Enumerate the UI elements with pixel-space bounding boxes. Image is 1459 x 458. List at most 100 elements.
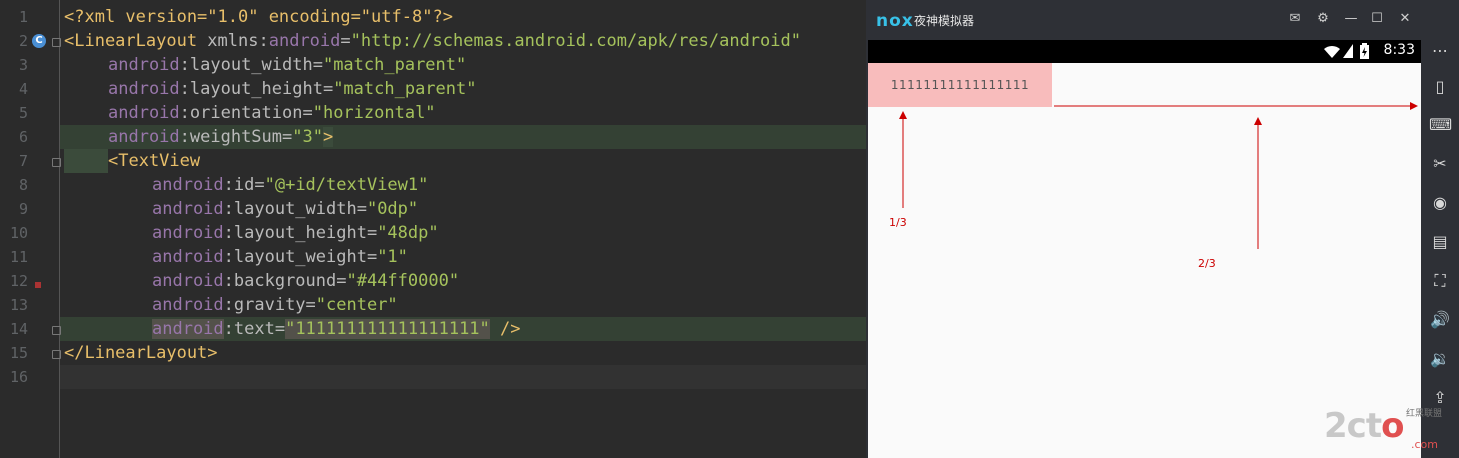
annotation-arrows (899, 102, 1418, 249)
more-icon[interactable]: ⋯ (1429, 40, 1451, 62)
code-line-3: android:layout_width="match_parent" (64, 53, 866, 77)
nox-emulator-window: nox 夜神模拟器 ✉ ⚙ — ☐ ✕ 8:33 111111111111111… (866, 0, 1459, 458)
namespace-prefix: android (152, 319, 224, 339)
code-line-9: android:layout_width="0dp" (64, 197, 866, 221)
code-line-11: android:layout_weight="1" (64, 245, 866, 269)
line-number: 12 (9, 272, 28, 290)
namespace-prefix: android (152, 271, 224, 291)
namespace-prefix: android (152, 199, 224, 219)
code-line-content: android:layout_height="match_parent" (108, 77, 476, 101)
watermark: 2cto (1324, 406, 1404, 446)
attribute-value: "center" (315, 295, 398, 315)
fold-toggle-icon[interactable] (52, 38, 61, 47)
namespace-prefix: android (268, 31, 341, 51)
code-line-content: android:layout_width="0dp" (152, 197, 418, 221)
attribute-value: "0dp" (366, 199, 419, 219)
code-line-13: android:gravity="center" (64, 293, 866, 317)
code-line-content: android:layout_width="match_parent" (108, 53, 466, 77)
line-number: 11 (9, 248, 28, 266)
attribute-value: "#44ff0000" (346, 271, 460, 291)
line-number: 2 (18, 32, 28, 50)
code-line-15: </LinearLayout> (64, 341, 866, 365)
attribute-value: "match_parent" (322, 55, 467, 75)
tag-close: > (322, 127, 334, 147)
label-one-third: 1/3 (889, 216, 907, 229)
battery-icon (1360, 43, 1369, 59)
attribute-name: :layout_weight= (223, 247, 378, 267)
gutter-divider (59, 0, 60, 458)
namespace-prefix: android (108, 79, 180, 99)
keyboard-icon[interactable]: ⌨ (1429, 114, 1452, 136)
code-line-content: <LinearLayout xmlns:android="http://sche… (64, 29, 801, 53)
fold-toggle-icon[interactable] (52, 326, 61, 335)
label-two-thirds: 2/3 (1198, 257, 1216, 270)
line-number: 9 (18, 200, 28, 218)
code-line-content: android:background="#44ff0000" (152, 269, 459, 293)
line-number: 10 (9, 224, 28, 242)
fullscreen-icon[interactable]: ⛶ (1429, 270, 1451, 292)
attribute-value: "horizontal" (312, 103, 436, 123)
code-line-16[interactable] (64, 365, 866, 389)
emulator-title-bar[interactable]: nox 夜神模拟器 ✉ ⚙ — ☐ ✕ (866, 0, 1426, 40)
window-title: 夜神模拟器 (914, 14, 975, 28)
colon: : (258, 31, 269, 51)
fold-toggle-icon[interactable] (52, 350, 61, 359)
code-line-4: android:layout_height="match_parent" (64, 77, 866, 101)
minimize-icon[interactable]: — (1342, 10, 1360, 28)
namespace-prefix: android (152, 247, 224, 267)
code-line-content: android:text="111111111111111111" /> (152, 317, 521, 341)
namespace-prefix: android (108, 55, 180, 75)
code-line-12: android:background="#44ff0000" (64, 269, 866, 293)
code-editor[interactable]: 1 2 3 4 5 6 7 8 9 10 11 12 13 14 15 16 C… (0, 0, 866, 458)
line-number: 1 (18, 8, 28, 26)
watermark-main-o: o (1381, 406, 1404, 446)
attribute-name: :layout_height= (179, 79, 334, 99)
code-line-2: <LinearLayout xmlns:android="http://sche… (64, 29, 866, 53)
code-line-7: <TextView (64, 149, 866, 173)
code-line-content: android:layout_height="48dp" (152, 221, 439, 245)
volume-down-icon[interactable]: 🔉 (1429, 348, 1451, 370)
nox-logo: nox (876, 11, 914, 31)
multi-window-icon[interactable]: ▤ (1429, 231, 1451, 253)
attribute-name: :id= (223, 175, 265, 195)
settings-icon[interactable]: ⚙ (1314, 10, 1332, 28)
tag-close: </LinearLayout> (64, 343, 218, 363)
color-preview-icon (35, 282, 41, 288)
attribute-name: :layout_height= (223, 223, 378, 243)
equals: = (340, 31, 351, 51)
watermark-main-t: t (1365, 406, 1382, 446)
android-status-bar: 8:33 (868, 40, 1421, 63)
mail-icon[interactable]: ✉ (1286, 10, 1304, 28)
watermark-url: .com (1411, 438, 1438, 451)
attribute-name: :weightSum= (179, 127, 293, 147)
signal-icon (1343, 44, 1353, 58)
maximize-icon[interactable]: ☐ (1368, 10, 1386, 28)
code-line-content: android:id="@+id/textView1" (152, 173, 428, 197)
watermark-subtitle: 红黑联盟 (1406, 409, 1443, 419)
namespace-prefix: android (152, 295, 224, 315)
class-marker-icon[interactable]: C (32, 34, 46, 48)
android-screen[interactable]: 11111111111111111 1/3 2/3 (868, 63, 1421, 458)
attribute-value: "match_parent" (333, 79, 477, 99)
namespace-prefix: android (108, 127, 180, 147)
code-line-10: android:layout_height="48dp" (64, 221, 866, 245)
rotate-icon[interactable]: ▯ (1429, 76, 1451, 98)
fold-toggle-icon[interactable] (52, 158, 61, 167)
code-line-8: android:id="@+id/textView1" (64, 173, 866, 197)
attribute-name: :gravity= (223, 295, 316, 315)
line-number: 13 (9, 296, 28, 314)
code-line-14: android:text="111111111111111111" /> (64, 317, 866, 341)
location-icon[interactable]: ◉ (1429, 192, 1451, 214)
code-line-content: android:gravity="center" (152, 293, 398, 317)
wifi-icon (1324, 45, 1340, 58)
code-line-6: android:weightSum="3"> (64, 125, 866, 149)
volume-up-icon[interactable]: 🔊 (1429, 309, 1451, 331)
tag-open: <TextView (108, 151, 201, 171)
scissors-icon[interactable]: ✂ (1429, 153, 1451, 175)
attribute-value: "48dp" (377, 223, 439, 243)
attribute-name: :background= (223, 271, 347, 291)
attribute-value: "@+id/textView1" (264, 175, 429, 195)
line-number: 4 (18, 80, 28, 98)
line-number: 6 (18, 128, 28, 146)
close-icon[interactable]: ✕ (1396, 10, 1414, 28)
